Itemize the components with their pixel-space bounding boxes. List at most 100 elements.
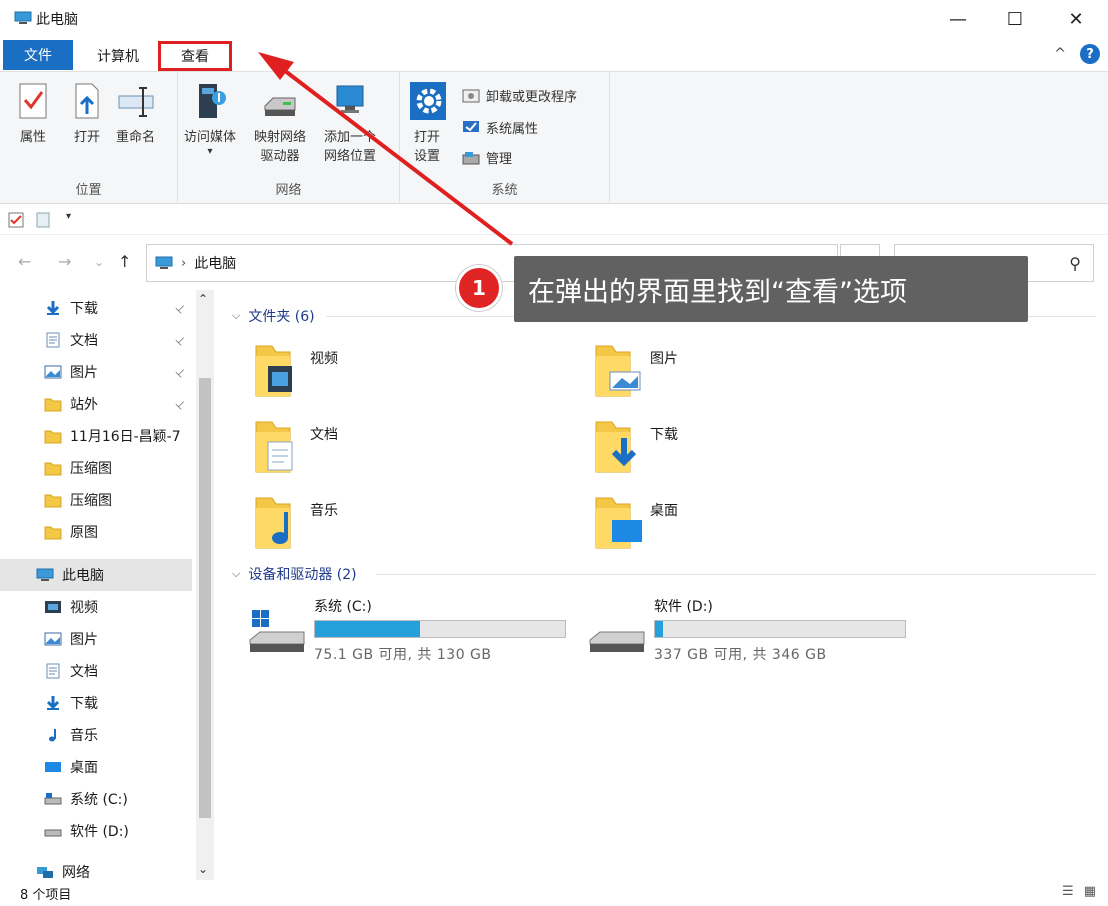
this-pc-icon <box>36 567 54 583</box>
map-drive-label-1: 映射网络 <box>254 130 307 145</box>
forward-button[interactable]: → <box>58 252 71 271</box>
breadcrumb-separator-icon[interactable]: › <box>181 256 186 271</box>
section-divider <box>376 574 1096 575</box>
recent-locations-button[interactable]: ⌄ <box>94 255 104 269</box>
rename-icon <box>118 87 153 117</box>
drive-item[interactable]: 系统 (C:) 75.1 GB 可用, 共 130 GB <box>248 594 566 664</box>
sidebar-item[interactable]: 音乐 <box>0 719 192 751</box>
collapse-chevron-icon[interactable]: ⌵ <box>232 567 240 581</box>
folder-item[interactable]: 视频 <box>250 340 338 400</box>
sidebar-item[interactable]: 原图 <box>0 516 192 548</box>
folder-item[interactable]: 音乐 <box>250 492 338 552</box>
folders-section-header[interactable]: ⌵ 文件夹 (6) <box>232 306 315 326</box>
folder-icon <box>44 492 62 508</box>
details-view-icon[interactable]: ☰ <box>1062 884 1074 899</box>
sidebar-item[interactable]: 压缩图 <box>0 452 192 484</box>
view-switcher: ☰ ▦ <box>1062 884 1096 899</box>
collapse-chevron-icon[interactable]: ⌵ <box>232 309 240 323</box>
collapse-ribbon-button[interactable]: ^ <box>1054 46 1066 62</box>
system-properties-icon <box>463 120 479 132</box>
sidebar-item[interactable]: 文档 ⊥ <box>0 324 192 356</box>
folder-item[interactable]: 桌面 <box>590 492 678 552</box>
folder-item[interactable]: 文档 <box>250 416 338 476</box>
scroll-down-icon[interactable]: ⌄ <box>198 862 208 876</box>
video-icon <box>44 599 62 615</box>
map-network-drive-icon <box>264 97 296 116</box>
sidebar-item-label: 图片 <box>70 632 98 648</box>
tab-file[interactable]: 文件 <box>3 40 73 70</box>
sidebar-item-label: 音乐 <box>70 728 98 744</box>
pin-icon: ⊥ <box>172 364 189 380</box>
sidebar-item-label: 此电脑 <box>62 568 104 584</box>
up-button[interactable]: ↑ <box>118 252 131 271</box>
folder-item[interactable]: 图片 <box>590 340 678 400</box>
new-folder-small-icon[interactable] <box>36 212 50 228</box>
scrollbar-thumb[interactable] <box>199 378 211 818</box>
rename-button[interactable]: 重命名 <box>116 80 155 147</box>
large-icons-view-icon[interactable]: ▦ <box>1084 884 1096 899</box>
ribbon-group-network: 访问媒体 ▾ 映射网络 驱动器 添加一个 网络位置 网络 <box>178 72 400 204</box>
breadcrumb-path[interactable]: 此电脑 <box>194 253 236 273</box>
open-settings-button[interactable]: 打开 设置 <box>408 80 446 166</box>
sidebar-item[interactable]: 图片 ⊥ <box>0 356 192 388</box>
help-icon[interactable]: ? <box>1080 44 1100 64</box>
sidebar-item[interactable]: 软件 (D:) <box>0 815 192 847</box>
pictures-icon <box>44 631 62 647</box>
sidebar-item[interactable]: 文档 <box>0 655 192 687</box>
maximize-button[interactable]: ☐ <box>985 0 1045 38</box>
map-drive-button[interactable]: 映射网络 驱动器 <box>254 80 306 166</box>
sidebar-item[interactable]: 站外 ⊥ <box>0 388 192 420</box>
folder-icon <box>44 524 62 540</box>
open-button[interactable]: 打开 <box>68 80 106 147</box>
uninstall-program-button[interactable]: 卸载或更改程序 <box>462 86 577 105</box>
close-button[interactable]: ✕ <box>1046 0 1106 38</box>
window-title: 此电脑 <box>36 12 78 28</box>
tab-computer[interactable]: 计算机 <box>82 41 154 71</box>
add-network-location-button[interactable]: 添加一个 网络位置 <box>324 80 376 166</box>
sidebar-item-label: 网络 <box>62 865 90 881</box>
download-icon <box>44 695 62 711</box>
access-media-button[interactable]: 访问媒体 ▾ <box>184 80 236 157</box>
sidebar-item[interactable]: 系统 (C:) <box>0 783 192 815</box>
sidebar-item[interactable]: 此电脑 <box>0 559 192 591</box>
status-bar: 8 个项目 ☰ ▦ <box>0 880 1108 906</box>
manage-button[interactable]: 管理 <box>462 148 512 167</box>
drive-item[interactable]: 软件 (D:) 337 GB 可用, 共 346 GB <box>588 594 906 664</box>
sidebar-item[interactable]: 下载 <box>0 687 192 719</box>
sidebar-item[interactable]: 压缩图 <box>0 484 192 516</box>
this-pc-address-icon <box>155 256 173 269</box>
sidebar-item-label: 系统 (C:) <box>70 792 128 808</box>
folder-name: 桌面 <box>650 503 678 519</box>
sidebar-scrollbar[interactable]: ⌃ ⌄ <box>196 290 214 880</box>
uninstall-icon <box>462 89 480 102</box>
scroll-up-icon[interactable]: ⌃ <box>198 292 208 306</box>
drive-size-text: 75.1 GB 可用, 共 130 GB <box>314 647 492 663</box>
drives-section-header[interactable]: ⌵ 设备和驱动器 (2) <box>232 564 357 584</box>
folder-name: 视频 <box>310 351 338 367</box>
system-properties-button[interactable]: 系统属性 <box>462 118 538 137</box>
folder-name: 下载 <box>650 427 678 443</box>
manage-icon <box>462 151 480 164</box>
properties-small-icon[interactable] <box>8 212 24 228</box>
folder-item[interactable]: 下载 <box>590 416 678 476</box>
manage-label: 管理 <box>486 152 513 167</box>
folder-name: 音乐 <box>310 503 338 519</box>
properties-button[interactable]: 属性 <box>14 80 52 147</box>
pin-icon: ⊥ <box>172 396 189 412</box>
sidebar-item-label: 软件 (D:) <box>70 824 129 840</box>
navigation-pane: ⌃ ⌄ 下载 ⊥ 文档 ⊥ 图片 ⊥ 站外 ⊥ 11月16日-昌颖-7 压缩图 压缩图 原图 此电脑 视频… <box>0 290 216 881</box>
minimize-button[interactable]: — <box>928 0 988 38</box>
sidebar-item[interactable]: 图片 <box>0 623 192 655</box>
customize-toolbar-icon[interactable]: ▾ <box>66 211 71 222</box>
sidebar-item[interactable]: 视频 <box>0 591 192 623</box>
tab-view[interactable]: 查看 <box>158 41 232 71</box>
sidebar-item[interactable]: 11月16日-昌颖-7 <box>0 420 192 452</box>
sidebar-item-label: 压缩图 <box>70 493 112 509</box>
sidebar-item[interactable]: 桌面 <box>0 751 192 783</box>
back-button[interactable]: ← <box>18 252 31 271</box>
map-drive-label-2: 驱动器 <box>260 149 300 164</box>
ribbon-tabs: 文件 计算机 查看 ^ ? <box>0 38 1108 72</box>
folder-icon <box>44 460 62 476</box>
sidebar-item[interactable]: 下载 ⊥ <box>0 292 192 324</box>
folder-icon <box>255 421 293 473</box>
